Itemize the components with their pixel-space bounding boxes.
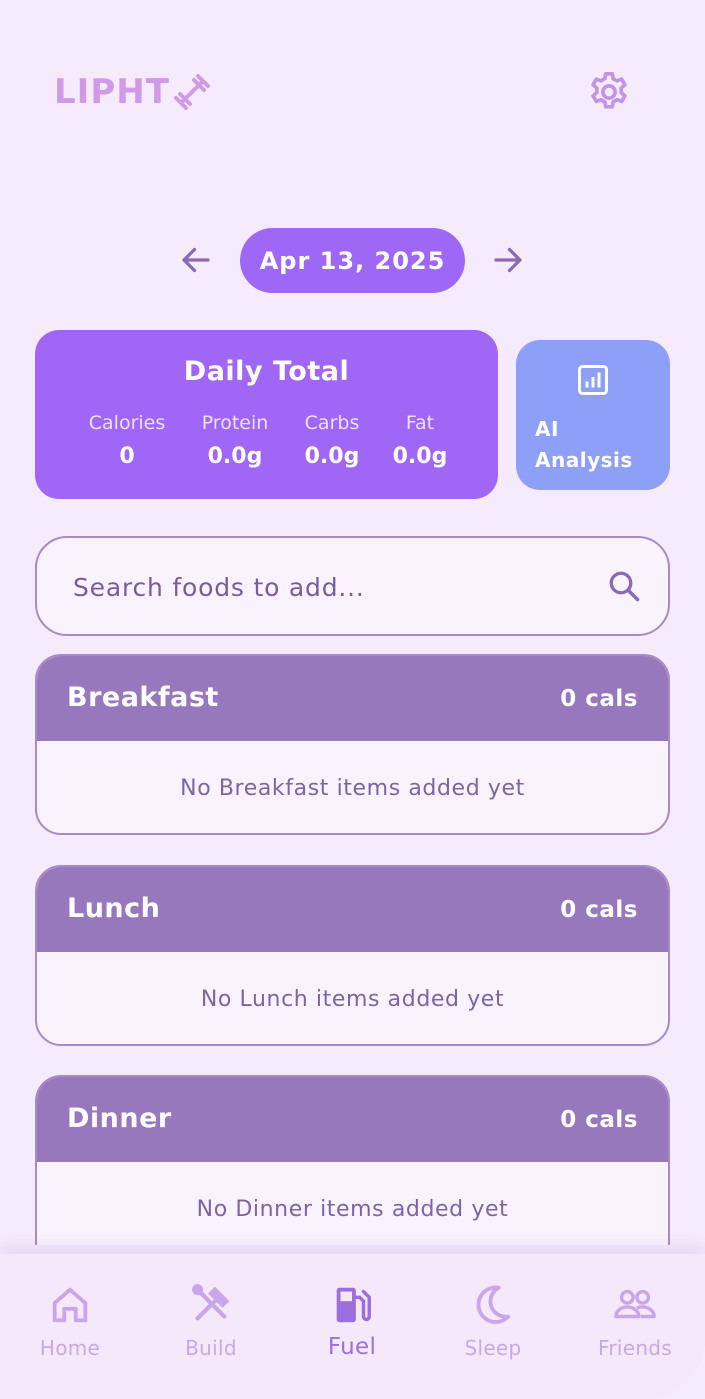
nav-label: Friends — [597, 1336, 673, 1360]
bar-chart-icon — [578, 365, 608, 395]
date-selector[interactable]: Apr 13, 2025 — [240, 228, 465, 293]
app-logo: LIPHT — [54, 70, 212, 114]
ai-label-line1: AI — [535, 417, 559, 441]
macro-label: Fat — [405, 412, 435, 434]
macro-label: Calories — [88, 412, 166, 434]
settings-button[interactable] — [584, 67, 634, 117]
macro-value: 0.0g — [392, 444, 448, 469]
macro-label: Protein — [201, 412, 269, 434]
arrow-left-icon — [182, 247, 210, 273]
macro-value: 0.0g — [207, 444, 263, 469]
app-screen: LIPHT Apr 13, 2025 Daily Total Calories … — [0, 0, 705, 1399]
nav-label: Sleep — [464, 1336, 522, 1360]
fuel-pump-icon — [336, 1287, 371, 1323]
macro-calories: Calories 0 — [72, 412, 182, 469]
meal-name: Dinner — [67, 1103, 172, 1134]
meal-calories: 0 cals — [560, 686, 638, 712]
tools-icon — [192, 1284, 230, 1321]
meal-calories: 0 cals — [560, 897, 638, 923]
nav-fuel[interactable]: Fuel — [292, 1282, 412, 1372]
nav-friends[interactable]: Friends — [575, 1282, 695, 1372]
meal-empty-message: No Breakfast items added yet — [180, 776, 525, 801]
meal-empty-message: No Dinner items added yet — [196, 1197, 509, 1222]
logo-text: LIPHT — [54, 72, 170, 112]
meal-name: Lunch — [67, 893, 161, 924]
search-icon[interactable] — [606, 568, 642, 604]
meal-header: Dinner 0 cals — [37, 1077, 668, 1162]
meal-card-lunch[interactable]: Lunch 0 cals No Lunch items added yet — [35, 865, 670, 1046]
macro-fat: Fat 0.0g — [365, 412, 475, 469]
home-icon — [52, 1287, 88, 1323]
moon-icon — [476, 1285, 511, 1324]
arrow-right-icon — [494, 247, 522, 273]
bottom-navigation: Home Build Fuel Sleep Friends — [0, 1254, 705, 1399]
ai-analysis-button[interactable]: AI Analysis — [516, 340, 670, 490]
meal-calories: 0 cals — [560, 1107, 638, 1133]
nav-sleep[interactable]: Sleep — [433, 1282, 553, 1372]
meal-header: Breakfast 0 cals — [37, 656, 668, 741]
meal-card-breakfast[interactable]: Breakfast 0 cals No Breakfast items adde… — [35, 654, 670, 835]
previous-day-button[interactable] — [174, 238, 218, 282]
nav-label: Home — [39, 1336, 101, 1360]
meal-card-dinner[interactable]: Dinner 0 cals No Dinner items added yet — [35, 1075, 670, 1245]
nav-home[interactable]: Home — [10, 1282, 130, 1372]
next-day-button[interactable] — [486, 238, 530, 282]
nav-label: Build — [185, 1336, 237, 1360]
food-search-bar[interactable] — [35, 536, 670, 636]
meal-empty-message: No Lunch items added yet — [200, 987, 505, 1012]
dumbbell-icon — [173, 74, 210, 110]
corner-accent — [690, 0, 705, 15]
food-search-input[interactable] — [73, 566, 573, 608]
gear-icon — [591, 71, 627, 109]
meal-header: Lunch 0 cals — [37, 867, 668, 952]
people-icon — [614, 1289, 656, 1319]
ai-label-line2: Analysis — [535, 448, 633, 472]
nav-build[interactable]: Build — [151, 1282, 271, 1372]
daily-total-title: Daily Total — [183, 356, 350, 387]
daily-total-card: Daily Total Calories 0 Protein 0.0g Carb… — [35, 330, 498, 499]
nav-label: Fuel — [327, 1334, 377, 1360]
date-navigator: Apr 13, 2025 — [0, 228, 705, 293]
macro-value: 0 — [119, 444, 135, 469]
macro-protein: Protein 0.0g — [180, 412, 290, 469]
ai-analysis-label: AI Analysis — [535, 414, 665, 476]
meal-name: Breakfast — [67, 682, 219, 713]
